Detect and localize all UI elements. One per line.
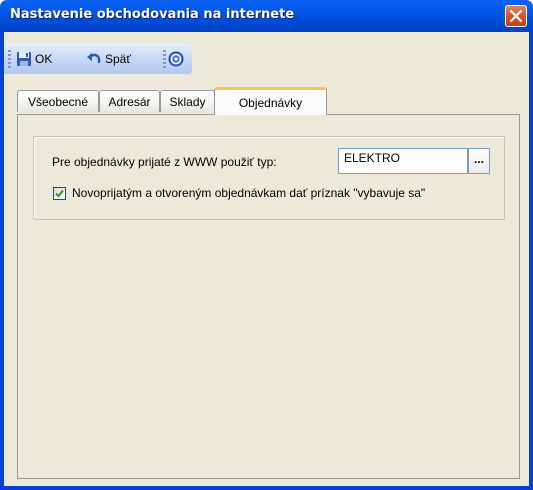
undo-icon: [87, 53, 101, 64]
back-button-label: Späť: [105, 52, 131, 66]
order-type-browse-button[interactable]: ...: [468, 148, 490, 174]
tab-objednavky[interactable]: Objednávky: [214, 87, 327, 115]
dialog-window: Nastavenie obchodovania na internete OK …: [0, 0, 533, 490]
order-type-label: Pre objednávky prijaté z WWW použiť typ:: [52, 155, 277, 169]
tab-vseobecne[interactable]: Všeobecné: [17, 90, 99, 112]
tab-adresar[interactable]: Adresár: [99, 90, 160, 112]
save-icon: [17, 52, 31, 66]
status-flag-checkbox[interactable]: [53, 187, 66, 200]
tab-sklady[interactable]: Sklady: [160, 90, 215, 112]
window-title: Nastavenie obchodovania na internete: [10, 7, 295, 22]
window-frame-right: [529, 32, 533, 490]
order-type-field[interactable]: ELEKTRO: [338, 148, 468, 174]
help-icon: [168, 51, 184, 67]
window-frame-bottom: [0, 486, 533, 490]
toolbar-grip[interactable]: [8, 50, 11, 68]
ok-button-label: OK: [35, 52, 53, 66]
title-bar[interactable]: Nastavenie obchodovania na internete: [0, 0, 533, 32]
toolbar-separator: [163, 50, 166, 68]
status-flag-label[interactable]: Novoprijatým a otvoreným objednávkam dať…: [72, 186, 425, 200]
close-button[interactable]: [505, 5, 527, 27]
back-button[interactable]: Späť: [86, 48, 131, 70]
checkmark-icon: [55, 189, 64, 198]
close-icon: [510, 10, 522, 22]
ok-button[interactable]: OK: [16, 48, 52, 70]
help-button[interactable]: [168, 48, 184, 70]
